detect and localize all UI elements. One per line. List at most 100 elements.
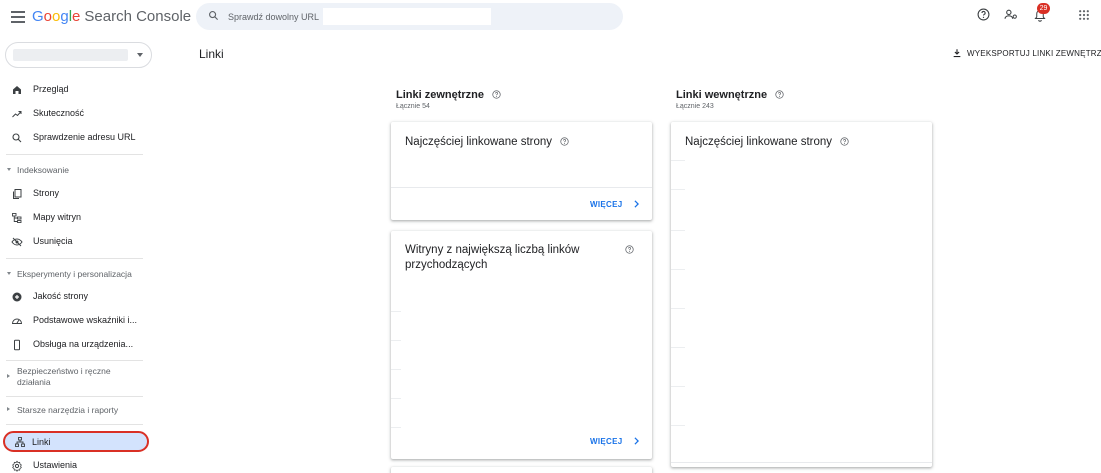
more-button[interactable]: WIĘCEJ	[590, 437, 640, 446]
sidebar-section-legacy[interactable]: Starsze narzędzia i raporty	[0, 404, 160, 418]
mobile-icon	[14, 339, 20, 351]
apps-grid-icon[interactable]	[1079, 10, 1089, 20]
sidebar-item-label: Strony	[33, 188, 60, 198]
chevron-down-icon	[7, 272, 11, 275]
more-label: WIĘCEJ	[590, 437, 623, 446]
help-icon[interactable]	[560, 137, 569, 146]
external-card-partial	[391, 467, 652, 473]
pages-icon	[13, 189, 22, 199]
export-external-links-button[interactable]: WYEKSPORTUJ LINKI ZEWNĘTRZ	[952, 48, 1101, 58]
row-divider	[391, 340, 401, 341]
card-divider	[671, 462, 932, 463]
internal-links-heading: Linki wewnętrzne	[676, 89, 768, 101]
row-divider	[671, 425, 685, 426]
notifications-badge: 29	[1037, 3, 1050, 14]
hamburger-menu-icon[interactable]	[11, 11, 25, 23]
chevron-right-icon	[7, 407, 10, 411]
sidebar-item-label: Jakość strony	[33, 291, 89, 301]
sidebar-item-label: Linki	[32, 437, 51, 447]
sidebar-item-links[interactable]: Linki	[3, 431, 149, 452]
row-divider	[391, 311, 401, 312]
trend-icon	[12, 111, 22, 118]
section-label: Eksperymenty i personalizacja	[17, 269, 132, 279]
help-icon[interactable]	[840, 137, 849, 146]
row-divider	[671, 189, 685, 190]
logo-letter: e	[72, 8, 81, 25]
help-icon[interactable]	[625, 245, 634, 254]
sidebar-item-sitemaps[interactable]: Mapy witryn	[0, 207, 160, 229]
page-quality-icon	[12, 292, 22, 302]
sidebar-item-label: Podstawowe wskaźniki i...	[33, 315, 138, 325]
external-top-linking-sites-card: Witryny z największą liczbą linków przyc…	[391, 231, 652, 459]
row-divider	[671, 308, 685, 309]
help-icon[interactable]	[977, 8, 990, 21]
sitemap-icon	[12, 213, 22, 223]
row-divider	[671, 269, 685, 270]
download-icon	[953, 49, 961, 58]
sidebar-section-indexing[interactable]: Indeksowanie	[0, 164, 160, 178]
sidebar-item-removals[interactable]: Usunięcia	[0, 231, 160, 253]
home-icon	[13, 86, 21, 94]
logo-google: Google	[32, 8, 80, 25]
sidebar-divider	[6, 360, 143, 361]
help-icon[interactable]	[492, 90, 501, 99]
search-input[interactable]	[228, 9, 324, 24]
manage-users-icon[interactable]	[1004, 8, 1018, 21]
logo-letter: o	[43, 8, 53, 25]
sidebar-item-label: Ustawienia	[33, 460, 78, 470]
row-divider	[391, 369, 401, 370]
sidebar-item-core-web-vitals[interactable]: Podstawowe wskaźniki i...	[0, 310, 160, 332]
page-title: Linki	[199, 47, 224, 61]
card-title-text: Witryny z największą liczbą linków przyc…	[405, 244, 580, 271]
url-inspection-search[interactable]	[196, 3, 623, 30]
links-hierarchy-icon	[15, 437, 25, 447]
sidebar-item-label: Przegląd	[33, 84, 69, 94]
logo-letter: g	[60, 8, 69, 25]
row-divider	[391, 398, 401, 399]
card-title: Najczęściej linkowane strony	[405, 135, 569, 150]
gear-icon	[12, 460, 22, 472]
internal-links-title: Linki wewnętrzne	[676, 89, 784, 101]
sidebar-item-pages[interactable]: Strony	[0, 183, 160, 205]
sidebar-item-page-quality[interactable]: Jakość strony	[0, 286, 160, 308]
sidebar-divider	[6, 154, 143, 155]
sidebar-divider	[6, 424, 143, 425]
search-icon	[12, 133, 22, 143]
row-divider	[671, 386, 685, 387]
redacted-property	[13, 49, 128, 61]
sidebar-divider	[6, 396, 143, 397]
row-divider	[671, 230, 685, 231]
row-divider	[391, 427, 401, 428]
sidebar-section-security[interactable]: Bezpieczeństwo i ręczne działania	[0, 366, 160, 390]
internal-links-total: Łącznie 243	[676, 103, 714, 110]
sidebar-item-mobile-usability[interactable]: Obsługa na urządzenia...	[0, 334, 160, 356]
property-selector[interactable]	[5, 42, 152, 68]
chevron-down-icon	[7, 168, 11, 171]
sidebar-item-label: Obsługa na urządzenia...	[33, 339, 134, 349]
more-label: WIĘCEJ	[590, 200, 623, 209]
top-bar: GoogleSearch Console 29	[0, 0, 1101, 34]
sidebar-section-experience[interactable]: Eksperymenty i personalizacja	[0, 268, 160, 282]
chevron-right-icon	[634, 200, 640, 208]
chevron-right-icon	[7, 374, 10, 378]
sidebar-item-settings[interactable]: Ustawienia	[0, 455, 160, 473]
redacted-url	[323, 8, 491, 25]
app-logo[interactable]: Google Search Console	[32, 8, 191, 25]
help-icon[interactable]	[775, 90, 784, 99]
more-button[interactable]: WIĘCEJ	[590, 200, 640, 209]
logo-letter: G	[32, 8, 44, 25]
sidebar-item-performance[interactable]: Skuteczność	[0, 103, 160, 125]
card-title-text: Najczęściej linkowane strony	[405, 136, 553, 148]
sidebar-item-label: Skuteczność	[33, 108, 85, 118]
row-divider	[671, 347, 685, 348]
sidebar-item-label: Sprawdzenie adresu URL	[33, 132, 136, 142]
card-title: Najczęściej linkowane strony	[685, 135, 849, 150]
sidebar-item-overview[interactable]: Przegląd	[0, 79, 160, 101]
sidebar-item-label: Usunięcia	[33, 236, 73, 246]
sidebar-item-label: Mapy witryn	[33, 212, 82, 222]
section-label: Starsze narzędzia i raporty	[17, 405, 119, 415]
row-divider	[671, 160, 685, 161]
section-label: Indeksowanie	[17, 165, 69, 175]
chevron-down-icon	[137, 53, 143, 57]
sidebar-item-url-inspection[interactable]: Sprawdzenie adresu URL	[0, 127, 160, 149]
